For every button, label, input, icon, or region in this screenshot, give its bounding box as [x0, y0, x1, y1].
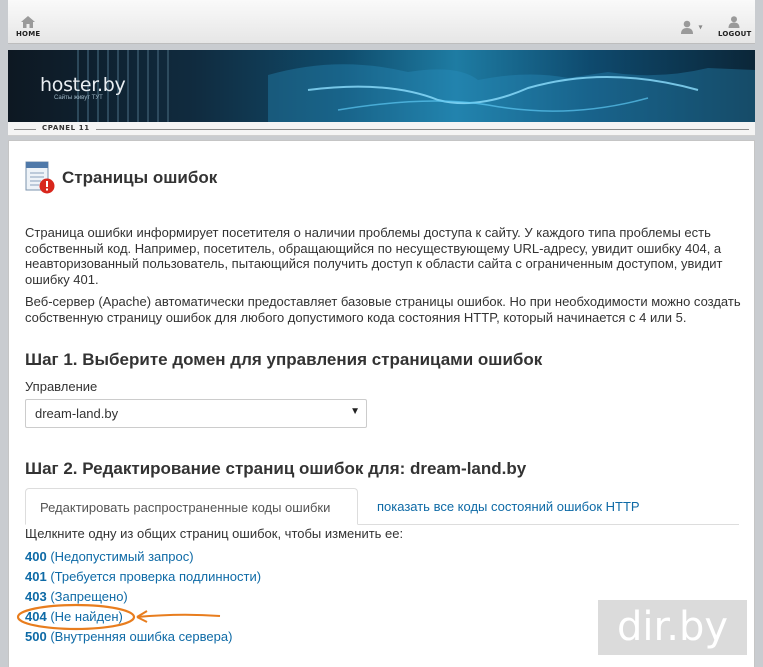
annotation-overlay: [16, 603, 221, 631]
highlight-ellipse: [16, 603, 136, 631]
watermark: dir.by: [598, 600, 747, 655]
arrow-icon: [136, 613, 221, 618]
